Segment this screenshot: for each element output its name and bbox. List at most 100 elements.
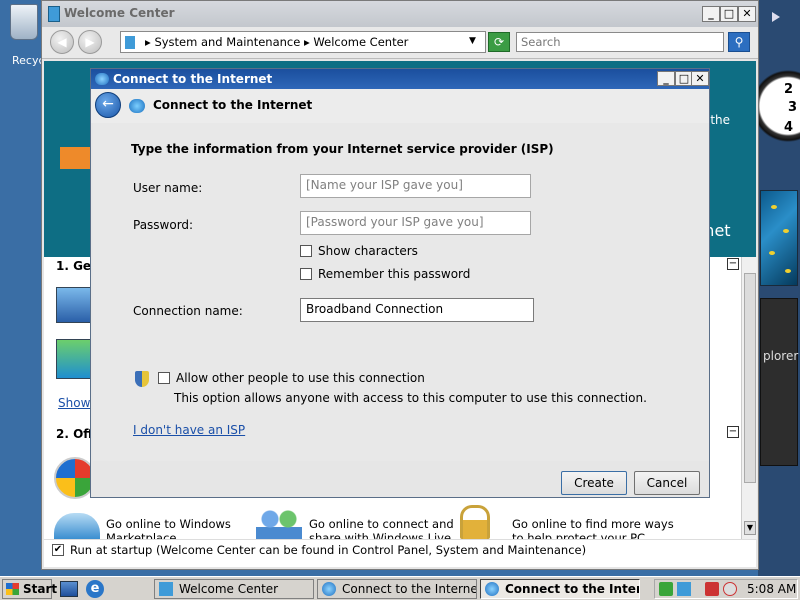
start-button[interactable]: Start [2, 579, 57, 599]
taskbar-button-label: Connect to the Intern... [505, 582, 639, 596]
offer-marketplace[interactable]: Go online to Windows Marketplace [106, 517, 256, 539]
run-at-startup-label: Run at startup (Welcome Center can be fo… [70, 543, 587, 557]
taskbar-button-label: Connect to the Internet [342, 582, 477, 596]
instruction-text: Type the information from your Internet … [131, 142, 554, 156]
content-scrollbar[interactable]: ▼ [741, 257, 757, 539]
cancel-button[interactable]: Cancel [634, 471, 700, 495]
sidebar-gadgets: 2 3 4 plorer [758, 0, 800, 576]
tray-clock[interactable]: 5:08 AM [747, 582, 796, 596]
globe-icon [322, 582, 336, 596]
sidebar-arrow-icon[interactable] [772, 12, 780, 22]
refresh-button[interactable]: ⟳ [488, 32, 510, 52]
slideshow-gadget[interactable] [760, 190, 798, 286]
computer-network-icon[interactable] [56, 339, 92, 379]
close-button[interactable]: ✕ [738, 6, 756, 22]
uac-shield-icon [135, 371, 149, 387]
username-label: User name: [133, 181, 203, 195]
fish-icon [785, 269, 791, 273]
address-bar[interactable]: ▸ System and Maintenance ▸ Welcome Cente… [120, 31, 486, 53]
offer-windows-live[interactable]: Go online to connect and share with Wind… [309, 517, 459, 539]
breadcrumb-separator-icon[interactable]: ▸ [304, 35, 313, 49]
show-characters-label[interactable]: Show characters [318, 244, 418, 258]
dialog-titlebar[interactable]: Connect to the Internet _ □ ✕ [91, 69, 709, 89]
back-button[interactable]: ◀ [50, 30, 74, 54]
search-input[interactable]: Search [516, 32, 724, 52]
dialog-heading: Connect to the Internet [153, 98, 313, 112]
clock-gadget[interactable]: 2 3 4 [758, 56, 800, 166]
fish-icon [771, 205, 777, 209]
taskbar: Start e Welcome Center Connect to the In… [0, 576, 800, 600]
fish-icon [769, 251, 775, 255]
security-center-icon[interactable] [659, 582, 673, 596]
welcome-center-titlebar[interactable]: Welcome Center _ □ ✕ [42, 1, 758, 27]
connection-name-input[interactable]: Broadband Connection [300, 298, 534, 322]
clock-number: 4 [784, 120, 794, 135]
connect-dialog: Connect to the Internet _ □ ✕ ← Connect … [90, 68, 710, 498]
plus-graphic [60, 147, 94, 169]
taskbar-button-connect-2[interactable]: Connect to the Intern... [480, 579, 640, 599]
taskbar-button-label: Welcome Center [179, 582, 279, 596]
breadcrumb-item[interactable]: System and Maintenance [154, 35, 300, 49]
chevron-down-icon[interactable]: ▼ [469, 36, 476, 46]
taskbar-button-connect-1[interactable]: Connect to the Internet [317, 579, 477, 599]
control-panel-icon [125, 36, 135, 49]
startup-bar: ✔ Run at startup (Welcome Center can be … [44, 539, 756, 567]
navigation-bar: ◀ ▶ ▸ System and Maintenance ▸ Welcome C… [42, 27, 758, 59]
dialog-body: Type the information from your Internet … [93, 123, 709, 461]
scroll-down-icon[interactable]: ▼ [744, 521, 756, 535]
taskbar-button-welcome-center[interactable]: Welcome Center [154, 579, 314, 599]
search-button[interactable]: ⚲ [728, 32, 750, 52]
maximize-button[interactable]: □ [720, 6, 738, 22]
collapse-icon[interactable]: − [727, 258, 739, 270]
show-characters-checkbox[interactable] [300, 245, 312, 257]
system-tray: 5:08 AM [654, 579, 798, 599]
allow-others-description: This option allows anyone with access to… [174, 391, 647, 405]
breadcrumb-item[interactable]: Welcome Center [313, 35, 408, 49]
globe-icon [485, 582, 499, 596]
collapse-icon[interactable]: − [727, 426, 739, 438]
back-arrow-button[interactable]: ← [95, 92, 121, 118]
scrollbar-thumb[interactable] [744, 273, 756, 483]
welcome-center-icon [159, 582, 173, 596]
dialog-header: ← Connect to the Internet [91, 89, 709, 123]
create-button[interactable]: Create [561, 471, 627, 495]
feed-gadget[interactable]: plorer [760, 298, 798, 466]
offer-protect-pc[interactable]: Go online to find more ways to help prot… [512, 517, 682, 539]
internet-explorer-icon[interactable]: e [86, 580, 104, 598]
dialog-title: Connect to the Internet [113, 72, 273, 86]
marketplace-icon[interactable] [54, 513, 100, 539]
username-input[interactable]: [Name your ISP gave you] [300, 174, 531, 198]
recycle-bin-icon[interactable]: Recycle Bin [2, 2, 75, 68]
windows-live-icon[interactable] [256, 509, 302, 539]
windows-flag-icon [6, 583, 19, 595]
welcome-center-title: Welcome Center [64, 6, 175, 20]
recycle-bin-graphic [10, 4, 38, 40]
show-desktop-icon[interactable] [60, 581, 78, 597]
run-at-startup-checkbox[interactable]: ✔ [52, 544, 64, 556]
start-label: Start [23, 582, 58, 596]
clock-number: 3 [788, 100, 798, 115]
dialog-close-button[interactable]: ✕ [691, 71, 709, 86]
remember-password-checkbox[interactable] [300, 268, 312, 280]
network-globe-icon [129, 99, 145, 113]
minimize-button[interactable]: _ [702, 6, 720, 22]
fish-icon [783, 229, 789, 233]
network-disconnected-icon[interactable] [705, 582, 719, 596]
padlock-icon[interactable] [460, 505, 490, 539]
welcome-center-window-icon [48, 6, 60, 22]
breadcrumb: ▸ System and Maintenance ▸ Welcome Cente… [145, 35, 408, 49]
globe-icon [95, 73, 109, 85]
password-input[interactable]: [Password your ISP gave you] [300, 211, 531, 235]
connection-name-label: Connection name: [133, 304, 243, 318]
computer-icon[interactable] [56, 287, 92, 323]
forward-button[interactable]: ▶ [78, 30, 102, 54]
network-icon[interactable] [677, 582, 691, 596]
dialog-minimize-button[interactable]: _ [657, 71, 675, 86]
volume-muted-icon[interactable] [723, 582, 737, 596]
no-isp-link[interactable]: I don't have an ISP [133, 423, 245, 437]
clock-number: 2 [784, 82, 794, 97]
allow-others-checkbox[interactable] [158, 372, 170, 384]
allow-others-label[interactable]: Allow other people to use this connectio… [176, 371, 425, 385]
password-label: Password: [133, 218, 194, 232]
remember-password-label[interactable]: Remember this password [318, 267, 470, 281]
